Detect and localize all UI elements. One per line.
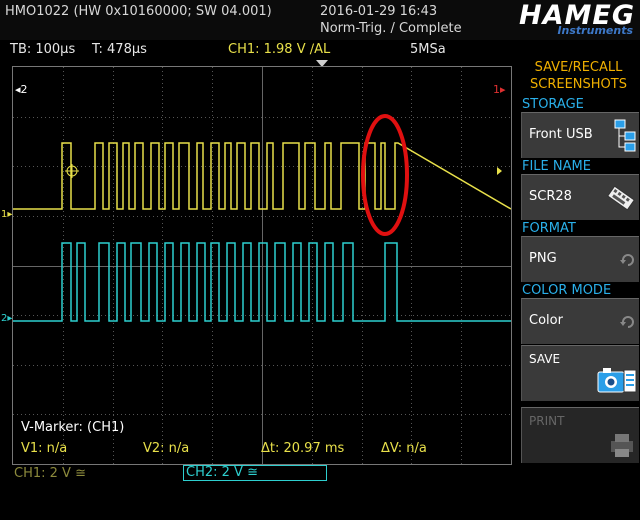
menu-title-line1: SAVE/RECALL — [534, 60, 623, 75]
camera-save-icon — [597, 368, 637, 393]
center-axes — [13, 67, 511, 464]
waveform-display[interactable]: ◂2 1▸ V-Marker: (CH1) V1: n/a V2: n/a Δt… — [12, 66, 512, 465]
side-menu: SAVE/RECALL SCREENSHOTS STORAGE Front US… — [517, 58, 640, 520]
colormode-value: Color — [529, 313, 563, 328]
printer-icon — [611, 434, 633, 457]
save-label: SAVE — [529, 352, 561, 366]
device-model: HMO1022 (HW 0x10160000; SW 04.001) — [5, 4, 272, 19]
save-button[interactable]: SAVE — [521, 345, 639, 401]
trigger-status: Norm-Trig. / Complete — [320, 21, 462, 36]
filename-label: FILE NAME — [522, 159, 591, 174]
datetime: 2016-01-29 16:43 — [320, 4, 438, 19]
vmarker-delta-t: Δt: 20.97 ms — [261, 441, 345, 456]
keyboard-edit-icon — [607, 185, 635, 211]
hameg-logo: HAMEG Instruments — [450, 0, 635, 37]
filename-button[interactable]: SCR28 — [521, 174, 639, 220]
folder-tree-icon — [614, 119, 636, 152]
ch1-setting[interactable]: CH1: 2 V ≅ — [14, 466, 86, 481]
ch1-offset-marker[interactable]: 1▸ — [1, 209, 12, 220]
colormode-button[interactable]: Color — [521, 298, 639, 344]
logo-subtext: Instruments — [557, 24, 633, 37]
filename-value: SCR28 — [529, 189, 572, 204]
ch1-ref-marker: 1▸ — [493, 83, 506, 96]
format-label: FORMAT — [522, 221, 576, 236]
ch1-trigger-level[interactable]: CH1: 1.98 V ∕AL — [228, 42, 330, 57]
ch2-offset-marker[interactable]: 2▸ — [1, 313, 12, 324]
vmarker-delta-v: ΔV: n/a — [381, 441, 427, 456]
timebase[interactable]: TB: 100µs — [10, 42, 75, 57]
rotate-select-icon — [620, 316, 634, 328]
storage-value: Front USB — [529, 127, 593, 142]
ch2-setting[interactable]: CH2: 2 V ≅ — [183, 465, 327, 481]
menu-title-line2: SCREENSHOTS — [530, 77, 627, 92]
ch2-ref-marker: ◂2 — [15, 83, 28, 96]
format-value: PNG — [529, 251, 557, 266]
vmarker-title: V-Marker: (CH1) — [21, 420, 125, 435]
acquisition-info-bar: TB: 100µs T: 478µs CH1: 1.98 V ∕AL 5MSa — [0, 40, 515, 60]
ch1-level-marker-icon — [497, 167, 502, 175]
storage-label: STORAGE — [522, 97, 584, 112]
storage-button[interactable]: Front USB — [521, 112, 639, 158]
crosshair-marker-icon — [65, 164, 79, 178]
format-button[interactable]: PNG — [521, 236, 639, 282]
top-status-bar: HMO1022 (HW 0x10160000; SW 04.001) 2016-… — [0, 0, 640, 40]
trigger-time[interactable]: T: 478µs — [92, 42, 147, 57]
waveform-svg — [13, 67, 511, 464]
rotate-select-icon — [620, 254, 634, 266]
vmarker-v2: V2: n/a — [143, 441, 190, 456]
colormode-label: COLOR MODE — [522, 283, 612, 298]
sample-rate: 5MSa — [410, 42, 446, 57]
print-label: PRINT — [529, 414, 565, 428]
vmarker-v1: V1: n/a — [21, 441, 68, 456]
print-button[interactable]: PRINT — [521, 407, 639, 463]
